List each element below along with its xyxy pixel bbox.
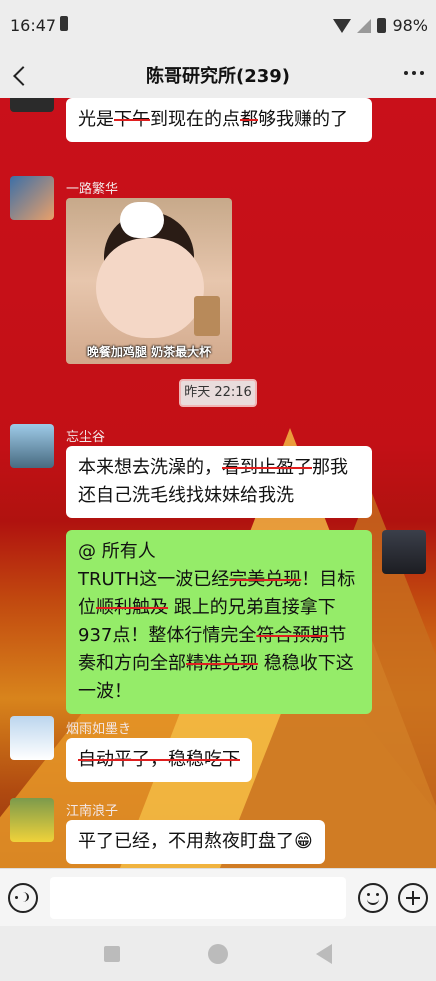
- chat-area[interactable]: 光是下午到现在的点都够我赚的了 一路繁华 晚餐加鸡腿 奶茶最大杯 昨天 22:1…: [0, 98, 436, 868]
- image-caption: 晚餐加鸡腿 奶茶最大杯: [86, 345, 212, 359]
- mention-text: @ 所有人: [78, 541, 156, 562]
- time-divider: 昨天 22:16: [179, 379, 257, 407]
- struck-text: 完美兑现: [229, 569, 302, 590]
- milk-tea-cup: [194, 296, 220, 336]
- wifi-icon: [333, 18, 352, 33]
- message-bubble[interactable]: 自动平了，稳稳吃下: [66, 738, 252, 782]
- sender-name: 江南浪子: [66, 804, 119, 819]
- chat-title: 陈哥研究所(239): [145, 66, 291, 87]
- input-bar: [0, 868, 436, 926]
- message-bubble[interactable]: 光是下午到现在的点都够我赚的了: [66, 98, 372, 142]
- struck-text: 顺利触及: [96, 597, 168, 618]
- message-text: TRUTH这一波已经: [78, 569, 230, 590]
- message-text: 够我赚的了: [258, 109, 348, 130]
- sender-name: 一路繁华: [66, 182, 119, 197]
- status-time: 16:47: [10, 16, 57, 35]
- system-back-icon[interactable]: [316, 944, 332, 964]
- struck-text: 都: [240, 109, 258, 130]
- chat-header: 陈哥研究所(239): [0, 50, 436, 98]
- message-input[interactable]: [50, 877, 346, 919]
- voice-icon[interactable]: [8, 883, 38, 913]
- sender-name: 烟雨如墨き: [66, 722, 132, 737]
- emoji-icon[interactable]: [358, 883, 388, 913]
- message-text: 到现在的点: [150, 109, 240, 130]
- struck-text: 精准兑现: [186, 653, 258, 674]
- plus-icon[interactable]: [398, 883, 428, 913]
- avatar[interactable]: [382, 530, 426, 574]
- avatar[interactable]: [10, 424, 54, 468]
- message-bubble[interactable]: 本来想去洗澡的，看到止盈了那我还自己洗毛线找妹妹给我洗: [66, 446, 372, 518]
- signal-icon: [357, 18, 372, 33]
- avatar[interactable]: [10, 798, 54, 842]
- home-icon[interactable]: [208, 944, 228, 964]
- message-bubble[interactable]: 平了已经，不用熬夜盯盘了😁: [66, 820, 325, 864]
- more-icon[interactable]: [402, 60, 426, 84]
- struck-text: 看到止盈了: [222, 457, 312, 478]
- system-nav-bar: [0, 926, 436, 981]
- message-text: 平了已经，不用熬夜盯盘了😁: [78, 831, 313, 852]
- recent-apps-icon[interactable]: [104, 946, 120, 962]
- struck-text: 下午: [114, 109, 150, 130]
- message-text: 光是: [78, 109, 114, 130]
- status-right: 98%: [333, 16, 428, 35]
- struck-text: 自动平了，稳稳吃下: [78, 749, 240, 770]
- struck-text: 符合预期: [256, 625, 329, 646]
- status-bar: 16:47 98%: [0, 0, 436, 50]
- sender-name: 忘尘谷: [66, 430, 106, 445]
- avatar[interactable]: [10, 98, 54, 112]
- avatar[interactable]: [10, 716, 54, 760]
- message-text: 本来想去洗澡的，: [78, 457, 222, 478]
- bunny-sticker: [120, 202, 164, 238]
- battery-icon: [377, 18, 387, 33]
- sim-icon: [60, 16, 68, 31]
- image-message[interactable]: 晚餐加鸡腿 奶茶最大杯: [66, 198, 232, 364]
- own-message-bubble[interactable]: @ 所有人 TRUTH这一波已经完美兑现！目标位顺利触及 跟上的兄弟直接拿下93…: [66, 530, 372, 714]
- battery-level: 98%: [392, 16, 428, 35]
- avatar[interactable]: [10, 176, 54, 220]
